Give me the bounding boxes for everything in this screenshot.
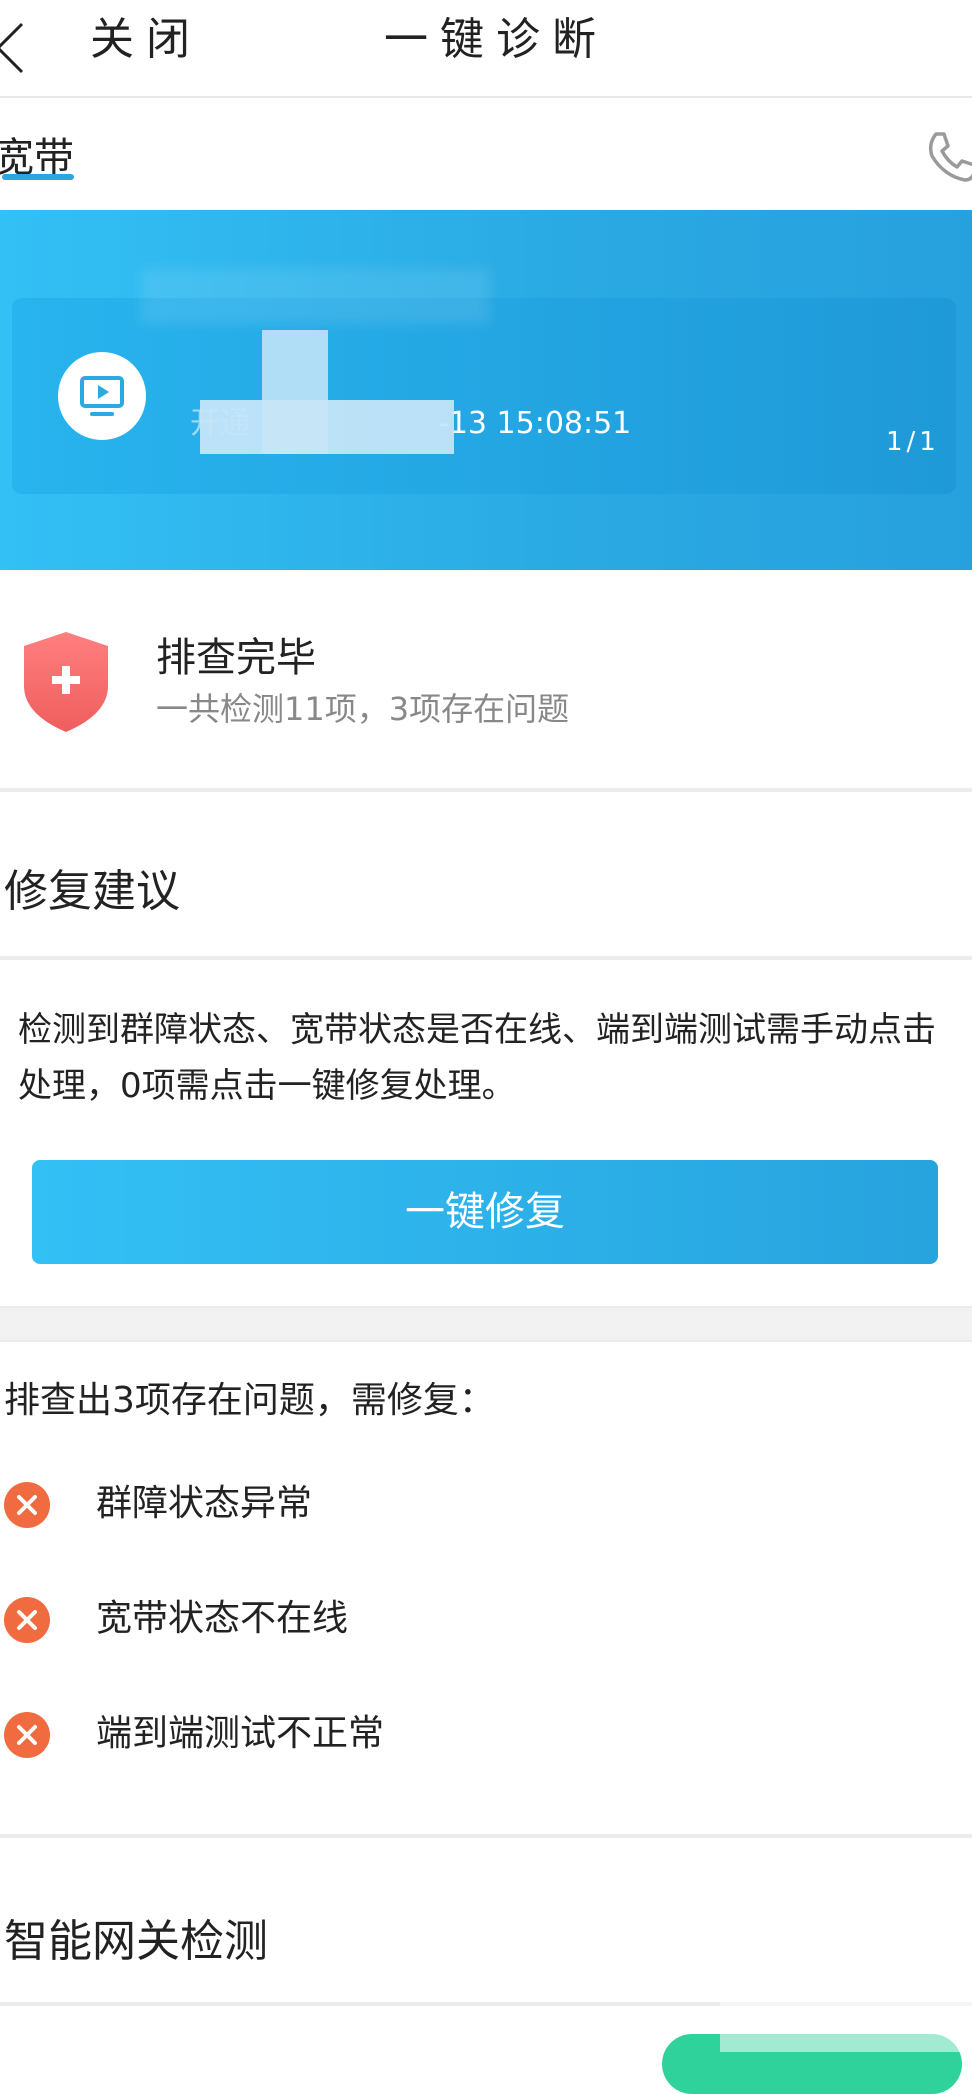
close-button[interactable]: 关闭 bbox=[90, 10, 202, 70]
error-x-icon bbox=[4, 1712, 50, 1758]
divider bbox=[0, 1834, 972, 1838]
section-gap bbox=[0, 1306, 972, 1342]
issues-title: 排查出3项存在问题，需修复： bbox=[4, 1380, 495, 1421]
redacted-block bbox=[262, 330, 328, 454]
error-x-icon bbox=[4, 1597, 50, 1643]
repair-advice-text: 检测到群障状态、宽带状态是否在线、端到端测试需手动点击处理，0项需点击一键修复处… bbox=[18, 1010, 936, 1106]
divider bbox=[0, 956, 972, 960]
divider bbox=[0, 788, 972, 792]
tab-active-indicator bbox=[2, 174, 74, 180]
result-summary: 一共检测11项，3项存在问题 bbox=[156, 690, 570, 728]
repair-section-title: 修复建议 bbox=[4, 866, 180, 917]
one-click-repair-button[interactable]: 一键修复 bbox=[32, 1160, 938, 1264]
device-card[interactable] bbox=[12, 298, 956, 494]
issue-item[interactable]: 群障状态异常 bbox=[96, 1478, 312, 1530]
gateway-section-title: 智能网关检测 bbox=[4, 1916, 268, 1967]
fade-overlay bbox=[720, 1960, 972, 2052]
error-x-icon bbox=[4, 1482, 50, 1528]
page-title: 一键诊断 bbox=[384, 14, 608, 65]
tv-badge bbox=[58, 352, 146, 440]
result-title: 排查完毕 bbox=[156, 635, 316, 681]
issue-item[interactable]: 端到端测试不正常 bbox=[96, 1708, 384, 1760]
tab-row bbox=[0, 98, 972, 210]
back-icon[interactable] bbox=[0, 20, 26, 76]
shield-plus-icon bbox=[20, 630, 112, 734]
tv-icon bbox=[80, 376, 124, 416]
issue-item[interactable]: 宽带状态不在线 bbox=[96, 1593, 348, 1645]
card-pager: 1/1 bbox=[886, 427, 940, 457]
phone-icon[interactable] bbox=[922, 126, 972, 186]
redacted-blur bbox=[140, 268, 490, 324]
